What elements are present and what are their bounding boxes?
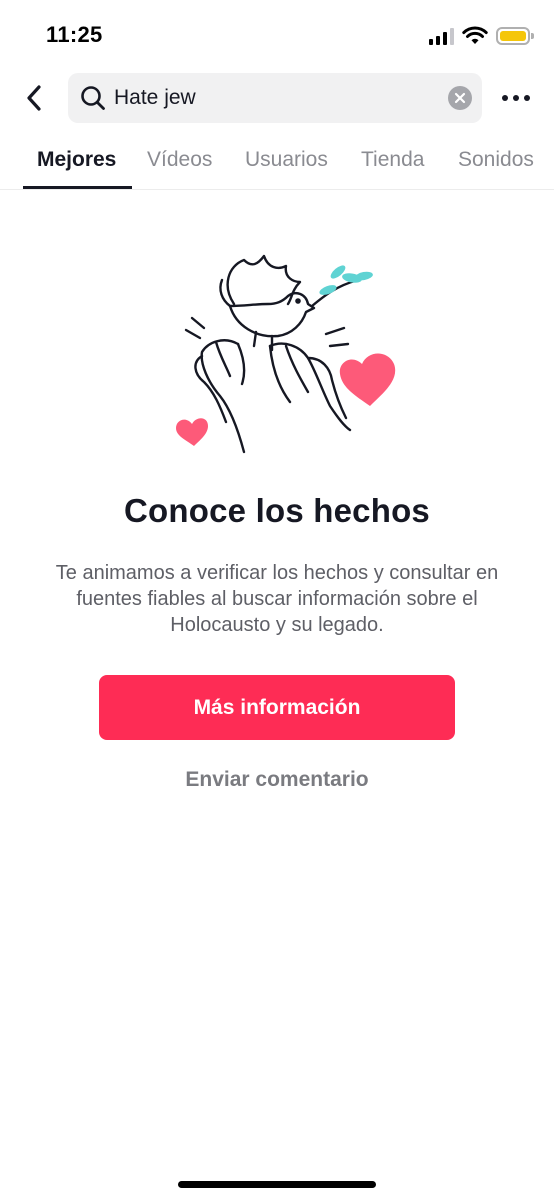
close-icon [454,92,466,104]
signal-icon [429,27,454,45]
tab-usuarios[interactable]: Usuarios [245,148,328,189]
wifi-icon [462,26,488,44]
notice-title: Conoce los hechos [124,492,430,529]
search-box[interactable] [68,73,482,123]
notice-description: Te animamos a verificar los hechos y con… [55,562,499,636]
chevron-left-icon [27,85,41,111]
tab-tienda[interactable]: Tienda [361,148,424,189]
search-tabs: Mejores Vídeos Usuarios Tienda Sonidos [0,140,554,190]
status-bar: 11:25 [0,0,554,64]
more-info-button[interactable]: Más información [99,675,455,740]
tab-sonidos[interactable]: Sonidos [458,148,534,189]
more-options-button[interactable] [496,86,536,110]
more-icon-dot [524,95,530,101]
battery-fill [500,31,526,41]
status-icons [429,24,534,48]
status-time: 11:25 [46,22,103,47]
search-header [0,70,554,126]
tab-mejores[interactable]: Mejores [37,148,116,189]
home-indicator [178,1181,376,1188]
battery-icon [496,27,534,45]
search-input[interactable] [114,73,434,123]
tab-videos[interactable]: Vídeos [147,148,212,189]
back-button[interactable] [14,78,54,118]
clear-search-button[interactable] [448,86,472,110]
search-icon [81,86,105,110]
dove-hands-hearts-illustration [176,254,396,454]
more-icon-dot [513,95,519,101]
send-feedback-link[interactable]: Enviar comentario [0,768,554,792]
more-icon-dot [502,95,508,101]
search-results-page: 11:25 Hate jew Mejores Vídeos Usuarios T… [0,0,554,1200]
active-tab-indicator [23,186,132,189]
